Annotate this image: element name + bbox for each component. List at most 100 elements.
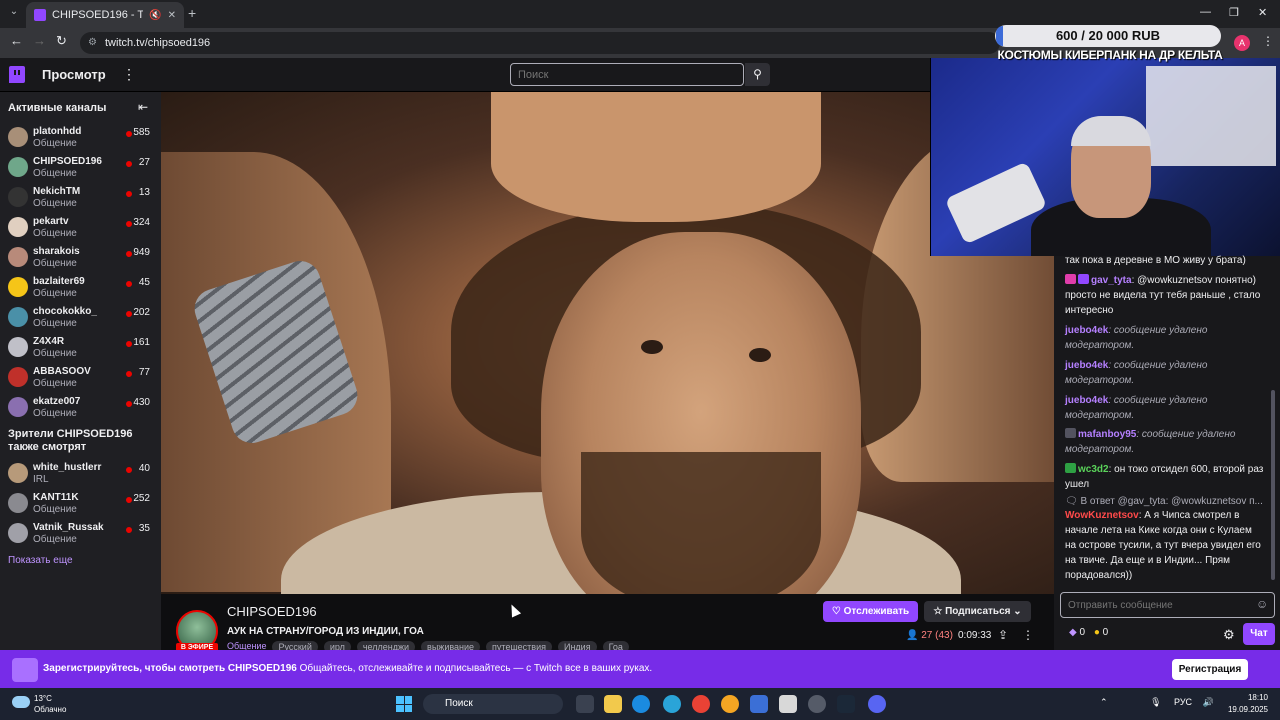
system-tray[interactable]: ⌃ 🎙 РУС 🔊 [1100,697,1214,708]
followed-channels-header: Активные каналы [8,102,107,114]
emote-picker-icon[interactable]: ☺ [1256,597,1268,611]
steam-icon[interactable] [837,695,855,713]
live-dot-icon [126,527,132,533]
sidebar-channel[interactable]: CHIPSOED196 Общение 27 [0,154,161,184]
channel-viewers: 202 [133,307,150,318]
edge-icon[interactable] [632,695,650,713]
browse-link[interactable]: Просмотр [42,67,106,82]
collapse-sidebar-icon[interactable]: ⇤ [138,100,148,114]
reload-icon[interactable]: ↻ [56,33,67,49]
live-dot-icon [126,161,132,167]
channel-avatar [8,127,28,147]
browser-tab[interactable]: CHIPSOED196 - Twitch 🔇 ✕ [26,2,184,28]
taskbar-search[interactable]: Поиск [423,694,563,714]
browser-menu-icon[interactable]: ⋮ [1262,34,1274,48]
chat-text: так пока в деревне в МО живу у брата) [1065,255,1246,266]
telegram-icon[interactable] [663,695,681,713]
sidebar-channel[interactable]: Z4X4R Общение 161 [0,334,161,364]
channel-viewers: 27 [138,157,150,168]
channel-name: ekatze007 [33,396,81,407]
tab-audio-icon[interactable]: 🔇 [149,10,161,21]
sub-badge-icon [1065,274,1076,284]
app-icon[interactable] [721,695,739,713]
webcam-wall-panel [1146,66,1276,166]
tab-close-icon[interactable]: ✕ [168,10,176,21]
windows-start-icon[interactable] [396,696,412,712]
sidebar-channel[interactable]: bazlaiter69 Общение 45 [0,274,161,304]
twitch-logo-icon[interactable] [9,66,25,83]
discord-icon[interactable] [868,695,886,713]
sidebar-channel[interactable]: white_hustlerr IRL 40 [0,460,161,490]
more-menu-icon[interactable]: ⋮ [122,66,136,83]
more-options-icon[interactable]: ⋮ [1022,628,1034,642]
chat-input[interactable] [1060,592,1275,618]
file-explorer-icon[interactable] [604,695,622,713]
show-more-link[interactable]: Показать еще [8,555,73,566]
chat-send-button[interactable]: Чат [1243,623,1275,645]
chat-settings-icon[interactable]: ⚙ [1223,627,1235,643]
task-view-icon[interactable] [576,695,594,713]
sidebar-channel[interactable]: Vatnik_Russak Общение 35 [0,520,161,550]
restore-icon[interactable]: ❐ [1229,6,1239,19]
chat-username[interactable]: juebo4ek [1065,360,1108,371]
search-icon[interactable]: ⚲ [745,63,770,86]
sidebar-channel[interactable]: ekatze007 Общение 430 [0,394,161,424]
chevron-up-icon[interactable]: ⌃ [1100,697,1108,707]
live-dot-icon [126,191,132,197]
chat-scrollbar[interactable] [1271,390,1275,580]
video-player[interactable] [161,92,1054,594]
sidebar-channel[interactable]: ABBASOOV Общение 77 [0,364,161,394]
sidebar-channel[interactable]: NekichTM Общение 13 [0,184,161,214]
channel-points[interactable]: ◆ 0 ● 0 [1069,627,1108,638]
microphone-icon[interactable]: 🎙 [1150,697,1161,707]
share-icon[interactable]: ⇪ [998,628,1008,642]
chat-username[interactable]: juebo4ek [1065,325,1108,336]
bits-icon: ◆ [1069,627,1077,638]
chat-username[interactable]: juebo4ek [1065,395,1108,406]
channel-name[interactable]: CHIPSOED196 [227,604,317,619]
site-info-icon[interactable]: ⚙ [88,37,97,48]
live-dot-icon [126,281,132,287]
sidebar-channel[interactable]: chocokokko_ Общение 202 [0,304,161,334]
app-icon[interactable] [808,695,826,713]
back-icon[interactable]: ← [10,33,23,48]
video-frame-hands [491,92,821,222]
channel-viewers: 40 [138,463,150,474]
url-input[interactable]: twitch.tv/chipsoed196 [80,32,1000,54]
taskbar-clock[interactable]: 18:10 19.09.2025 [1222,692,1268,716]
close-window-icon[interactable]: ✕ [1258,6,1267,19]
sidebar-channel[interactable]: KANT11K Общение 252 [0,490,161,520]
chrome-icon[interactable] [692,695,710,713]
channel-name: NekichTM [33,186,81,197]
chevron-down-icon: ⌄ [1013,606,1022,617]
app-icon[interactable] [779,695,797,713]
sidebar-channel[interactable]: pekartv Общение 324 [0,214,161,244]
search-input[interactable] [510,63,744,86]
sidebar-channel[interactable]: sharakois Общение 949 [0,244,161,274]
profile-avatar[interactable]: A [1234,35,1250,51]
follow-button[interactable]: ♡ Отслеживать [823,601,918,622]
register-button[interactable]: Регистрация [1172,659,1248,680]
weather-widget[interactable]: 13°C Облачно [10,693,66,715]
chat-reply-context[interactable]: 🗨 В ответ @gav_tyta: @wowkuznetsov п... [1065,494,1265,509]
clock-time: 18:10 [1247,693,1268,702]
channel-viewers: 35 [138,523,150,534]
stream-title: АУК НА СТРАНУ/ГОРОД ИЗ ИНДИИ, ГОА [227,626,424,637]
channel-category: Общение [33,318,77,329]
tab-search-icon[interactable]: ⌄ [6,6,22,22]
channel-viewers: 252 [133,493,150,504]
volume-icon[interactable]: 🔊 [1203,697,1214,707]
forward-icon[interactable]: → [33,33,46,48]
channel-name: platonhdd [33,126,82,137]
minimize-icon[interactable]: — [1200,6,1211,18]
chat-username[interactable]: WowKuznetsov [1065,510,1139,521]
chat-username[interactable]: wc3d2 [1078,464,1109,475]
chat-username[interactable]: gav_tyta [1091,275,1132,286]
subscribe-button[interactable]: ☆ Подписаться ⌄ [924,601,1031,622]
sidebar-channel[interactable]: platonhdd Общение 585 [0,124,161,154]
chat-username[interactable]: mafanboy95 [1078,429,1136,440]
language-indicator[interactable]: РУС [1174,697,1192,707]
tab-title: CHIPSOED196 - Twitch [52,9,144,21]
chart-app-icon[interactable] [750,695,768,713]
new-tab-icon[interactable]: + [188,5,196,21]
